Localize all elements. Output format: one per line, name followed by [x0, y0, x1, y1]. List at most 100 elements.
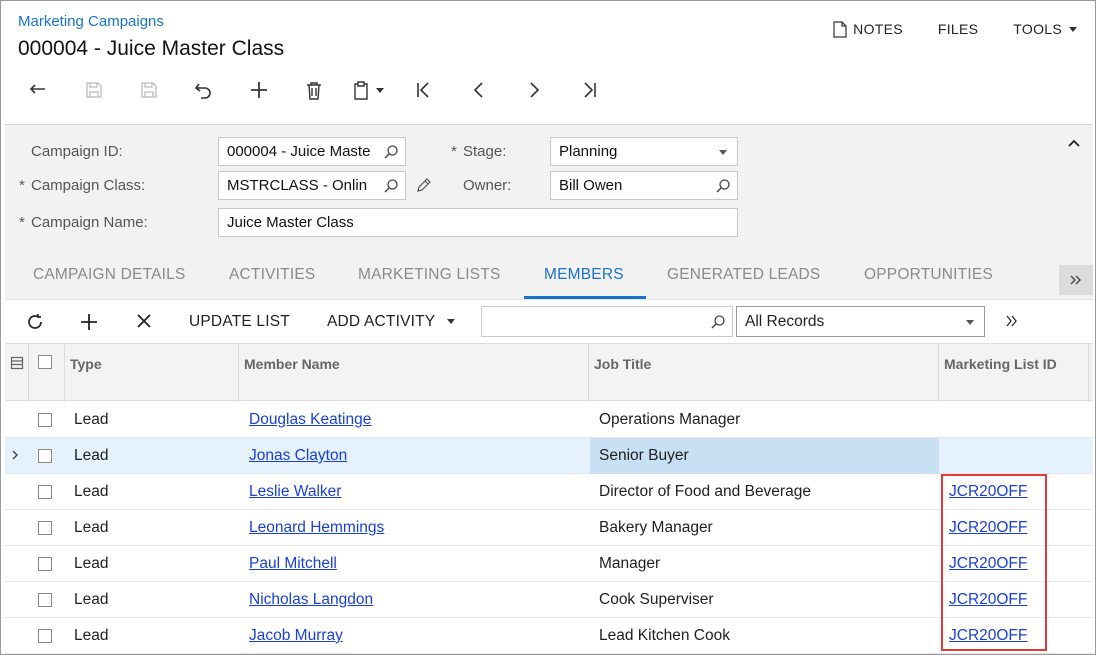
cell-job-title[interactable]: Senior Buyer	[599, 447, 689, 465]
member-name-link[interactable]: Jacob Murray	[249, 627, 343, 645]
tools-label: TOOLS	[1013, 21, 1062, 37]
page-title: 000004 - Juice Master Class	[18, 37, 285, 60]
member-name-link[interactable]: Leonard Hemmings	[249, 519, 384, 537]
table-row[interactable]: Lead Leonard Hemmings Bakery Manager JCR…	[5, 510, 1093, 546]
member-name-link[interactable]: Douglas Keatinge	[249, 411, 371, 429]
member-name-link[interactable]: Jonas Clayton	[249, 447, 347, 465]
cell-type: Lead	[74, 627, 109, 644]
row-checkbox[interactable]	[38, 485, 52, 499]
save-icon	[140, 82, 157, 98]
tab-marketing-lists[interactable]: MARKETING LISTS	[358, 266, 501, 284]
previous-record-button[interactable]	[451, 73, 506, 107]
cell-job-title: Manager	[599, 555, 661, 572]
column-header-job-title[interactable]: Job Title	[594, 354, 651, 374]
cell-job-title: Bakery Manager	[599, 519, 713, 536]
cell-job-title: Director of Food and Beverage	[599, 483, 811, 500]
grid-settings-icon[interactable]	[10, 356, 24, 370]
next-record-icon	[529, 82, 539, 98]
notes-label: NOTES	[853, 21, 903, 37]
more-tabs-button[interactable]	[1059, 265, 1093, 295]
cell-type: Lead	[74, 411, 109, 428]
tab-activities[interactable]: ACTIVITIES	[229, 266, 315, 284]
row-checkbox[interactable]	[38, 521, 52, 535]
cell-type: Lead	[74, 447, 109, 464]
column-header-member-name[interactable]: Member Name	[244, 354, 340, 374]
back-button[interactable]	[11, 73, 66, 107]
records-filter-select[interactable]: All Records	[736, 306, 985, 337]
refresh-icon[interactable]	[25, 312, 45, 332]
member-name-link[interactable]: Paul Mitchell	[249, 555, 337, 573]
delete-button[interactable]	[286, 73, 341, 107]
last-record-button[interactable]	[561, 73, 616, 107]
undo-button[interactable]	[176, 73, 231, 107]
search-icon[interactable]	[383, 178, 399, 194]
cell-type: Lead	[74, 519, 109, 536]
records-filter-value: All Records	[745, 313, 825, 330]
search-icon[interactable]	[715, 178, 731, 194]
add-activity-button[interactable]: ADD ACTIVITY	[327, 313, 455, 331]
campaign-id-value: 000004 - Juice Maste	[227, 143, 371, 160]
campaign-class-field[interactable]: MSTRCLASS - Onlin	[218, 171, 406, 200]
member-name-link[interactable]: Leslie Walker	[249, 483, 341, 501]
add-button[interactable]	[231, 73, 286, 107]
delete-row-icon[interactable]	[135, 312, 153, 330]
tools-button[interactable]: TOOLS	[988, 19, 1087, 39]
table-row[interactable]: Lead Jonas Clayton Senior Buyer	[5, 438, 1093, 474]
column-header-marketing-list-id[interactable]: Marketing List ID	[944, 354, 1064, 374]
tab-members[interactable]: MEMBERS	[544, 266, 624, 284]
first-record-button[interactable]	[396, 73, 451, 107]
select-all-checkbox[interactable]	[38, 355, 52, 369]
required-marker: *	[19, 177, 25, 194]
campaign-id-field[interactable]: 000004 - Juice Maste	[218, 137, 406, 166]
undo-icon	[194, 83, 211, 99]
cell-job-title: Operations Manager	[599, 411, 741, 428]
campaign-name-label: Campaign Name:	[31, 214, 148, 231]
main-toolbar	[11, 73, 616, 107]
cell-type: Lead	[74, 555, 109, 572]
row-checkbox[interactable]	[38, 413, 52, 427]
save-button[interactable]	[121, 73, 176, 107]
chevron-up-icon	[1068, 139, 1080, 147]
table-row[interactable]: Lead Jacob Murray Lead Kitchen Cook JCR2…	[5, 618, 1093, 654]
row-checkbox[interactable]	[38, 449, 52, 463]
member-name-link[interactable]: Nicholas Langdon	[249, 591, 373, 609]
row-checkbox[interactable]	[38, 629, 52, 643]
grid-search-input[interactable]	[481, 306, 733, 337]
column-header-type[interactable]: Type	[70, 354, 102, 374]
edit-pencil-icon[interactable]	[415, 177, 432, 194]
column-separator	[938, 344, 939, 402]
files-button[interactable]: FILES	[913, 19, 988, 39]
table-row[interactable]: Lead Paul Mitchell Manager JCR20OFF	[5, 546, 1093, 582]
tab-campaign-details[interactable]: CAMPAIGN DETAILS	[33, 266, 186, 284]
tab-opportunities[interactable]: OPPORTUNITIES	[864, 266, 993, 284]
search-icon[interactable]	[383, 144, 399, 160]
save-and-close-button[interactable]	[66, 73, 121, 107]
add-icon	[250, 82, 267, 98]
row-checkbox[interactable]	[38, 593, 52, 607]
add-row-icon[interactable]	[79, 312, 99, 332]
update-list-button[interactable]: UPDATE LIST	[189, 313, 290, 331]
owner-field[interactable]: Bill Owen	[550, 171, 738, 200]
row-checkbox[interactable]	[38, 557, 52, 571]
search-icon[interactable]	[710, 314, 726, 330]
table-row[interactable]: Lead Leslie Walker Director of Food and …	[5, 474, 1093, 510]
table-row[interactable]: Lead Nicholas Langdon Cook Superviser JC…	[5, 582, 1093, 618]
required-marker: *	[19, 214, 25, 231]
double-chevron-right-icon	[1070, 275, 1081, 285]
tab-generated-leads[interactable]: GENERATED LEADS	[667, 266, 820, 284]
double-chevron-right-icon[interactable]	[1005, 314, 1019, 328]
stage-label: Stage:	[463, 143, 507, 160]
stage-select[interactable]: Planning	[550, 137, 738, 166]
campaign-name-field[interactable]: Juice Master Class	[218, 208, 738, 237]
clipboard-menu-button[interactable]	[341, 73, 396, 107]
next-record-button[interactable]	[506, 73, 561, 107]
campaign-class-value: MSTRCLASS - Onlin	[227, 177, 368, 194]
collapse-button[interactable]	[1067, 135, 1081, 153]
document-icon	[833, 20, 847, 38]
notes-button[interactable]: NOTES	[808, 19, 913, 39]
add-activity-label: ADD ACTIVITY	[327, 313, 436, 330]
table-header: Type Member Name Job Title Marketing Lis…	[5, 343, 1093, 402]
breadcrumb[interactable]: Marketing Campaigns	[18, 13, 164, 30]
table-row[interactable]: Lead Douglas Keatinge Operations Manager	[5, 402, 1093, 438]
tab-bar: CAMPAIGN DETAILS ACTIVITIES MARKETING LI…	[5, 259, 1093, 299]
